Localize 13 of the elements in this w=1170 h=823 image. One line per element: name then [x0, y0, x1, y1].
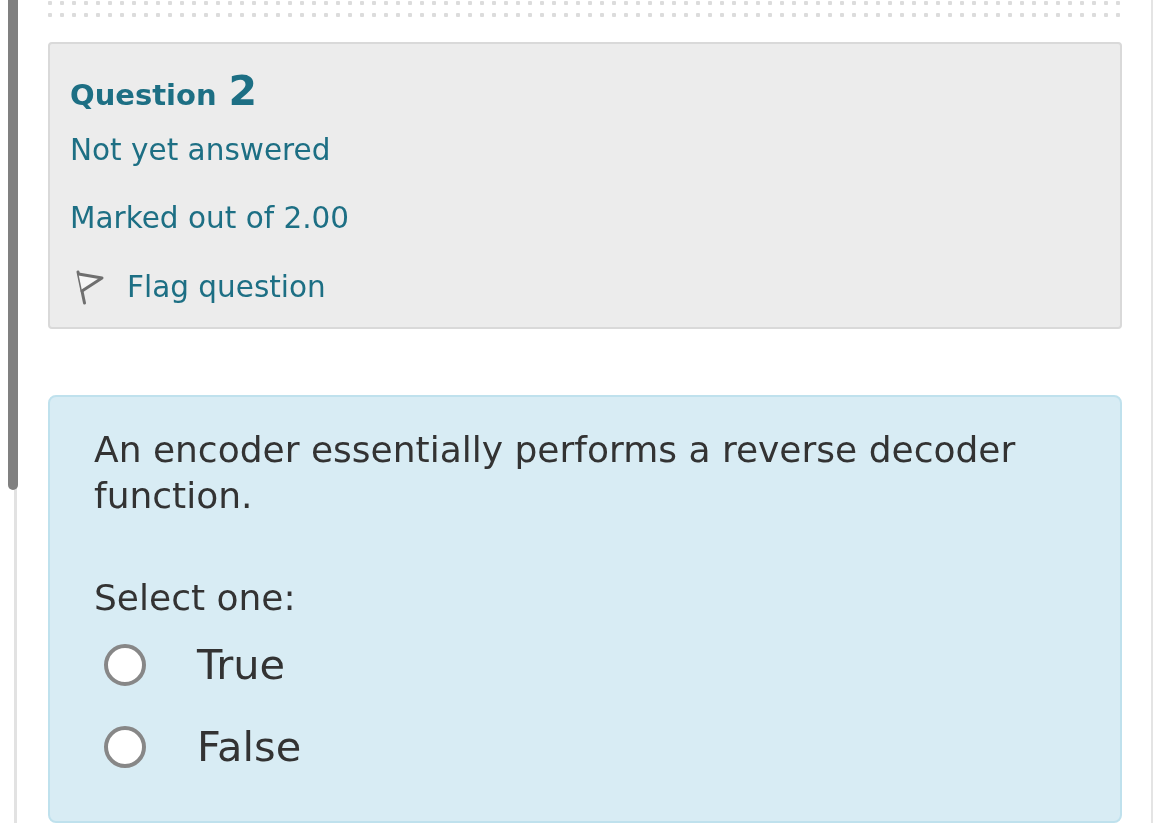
radio-button[interactable] — [104, 726, 146, 768]
option-label[interactable]: False — [197, 721, 302, 773]
question-number: 2 — [228, 71, 258, 111]
flag-question-link[interactable]: Flag question — [127, 267, 326, 307]
grade-info: Marked out of 2.00 — [70, 200, 350, 237]
radio-button[interactable] — [104, 644, 146, 686]
answer-status: Not yet answered — [70, 132, 331, 169]
question-label: Question — [70, 77, 217, 114]
question-text: An encoder essentially performs a reverse decoder function. — [94, 428, 1017, 518]
select-prompt: Select one: — [94, 576, 296, 620]
scrollbar-thumb[interactable] — [8, 0, 18, 490]
flag-icon[interactable] — [75, 269, 105, 305]
option-label[interactable]: True — [197, 639, 286, 691]
